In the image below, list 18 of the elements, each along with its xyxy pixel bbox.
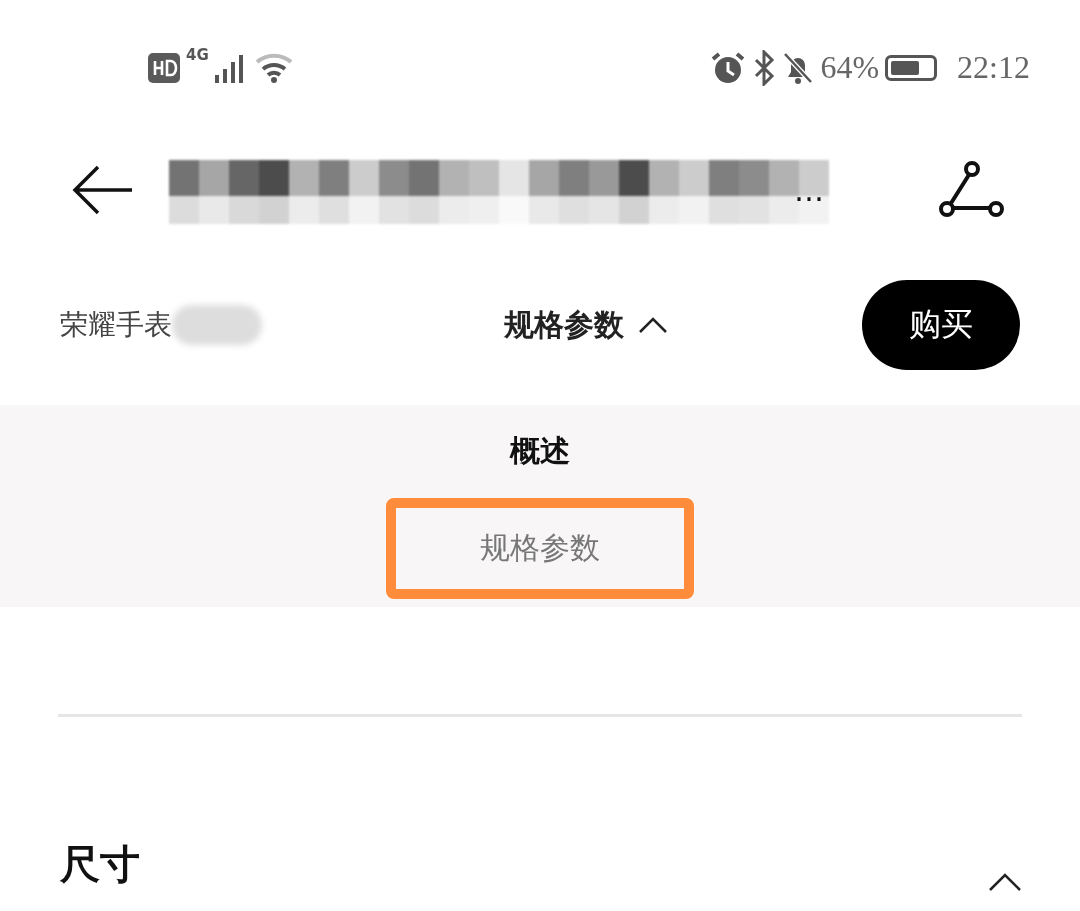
- section-dropdown[interactable]: 规格参数: [500, 300, 672, 350]
- dropdown-item[interactable]: 概述: [430, 431, 650, 472]
- back-arrow-icon[interactable]: [72, 165, 134, 215]
- title-ellipsis: …: [794, 172, 824, 208]
- bell-muted-icon: [782, 50, 815, 85]
- buy-button[interactable]: 购买: [862, 280, 1020, 370]
- section-title: 尺寸: [60, 840, 140, 889]
- clock: 22:12: [957, 49, 1030, 86]
- hd-icon: [148, 52, 180, 83]
- battery-percent: 64%: [820, 49, 880, 86]
- product-name: 荣耀手表: [60, 307, 172, 343]
- caret-icon[interactable]: [988, 872, 1022, 892]
- network-type: 4G: [186, 45, 209, 64]
- dropdown-item[interactable]: 规格参数: [386, 498, 694, 599]
- bluetooth-icon: [752, 49, 777, 86]
- wifi-icon: [254, 51, 295, 84]
- battery-icon: [885, 54, 938, 81]
- alarm-icon: [710, 50, 747, 85]
